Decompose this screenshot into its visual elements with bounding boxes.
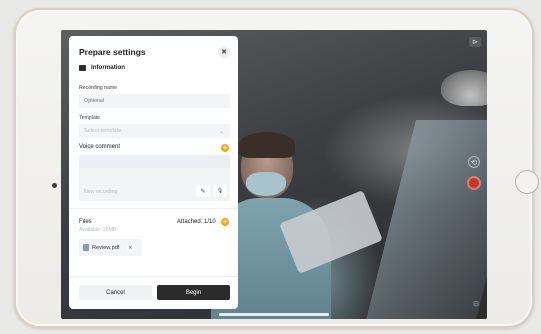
file-chip[interactable]: Review.pdf ✕ [79,239,142,256]
camera-screen: ⊳ ⟲ ⊟ Prepare settings ✕ Information Rec… [61,30,487,319]
voice-comment-label: Voice comment [79,144,121,150]
add-file-button[interactable]: + [221,218,229,226]
file-name: Review.pdf [92,244,120,251]
scene-face-mask [246,172,286,196]
begin-button[interactable]: Begin [157,285,230,300]
microphone-icon[interactable]: 🎙 [213,185,227,197]
home-button[interactable] [515,170,539,194]
voice-waveform [79,155,230,168]
files-label: Files [79,219,92,225]
recording-name-label: Recording name [79,85,118,91]
cancel-button[interactable]: Cancel [79,285,152,300]
flip-camera-icon[interactable]: ⟲ [468,156,480,168]
record-icon[interactable] [467,176,481,190]
template-select[interactable]: Select template ⌄ [79,124,230,138]
recording-name-input[interactable] [79,94,230,108]
scene-surgical-lamp [441,70,487,106]
chevron-down-icon: ⌄ [218,128,224,135]
front-camera [52,183,57,188]
divider [69,208,238,209]
section-title: Information [91,64,126,71]
files-attached-count: Attached: 1/10 [177,219,216,225]
remove-file-icon[interactable]: ✕ [126,243,135,252]
camera-bottom-control-icon[interactable]: ⊟ [470,298,482,310]
new-recording-placeholder: New recording [84,189,118,195]
scene-equipment [366,120,487,319]
template-label: Template [79,115,101,121]
files-available: Available: 25MB [79,227,117,233]
voice-comment-area: New recording ✎ 🎙 [79,155,230,201]
panel-header: Prepare settings ✕ [79,44,230,60]
pencil-icon[interactable]: ✎ [196,185,210,197]
camera-top-control-icon[interactable]: ⊳ [469,37,481,47]
footer-divider [69,276,238,277]
panel-title: Prepare settings [79,47,146,57]
close-button[interactable]: ✕ [218,46,230,58]
info-icon [79,64,86,71]
template-select-placeholder: Select template [84,128,122,134]
home-indicator[interactable] [219,313,329,316]
prepare-settings-panel: Prepare settings ✕ Information Recording… [69,36,238,309]
add-voice-comment-button[interactable]: + [221,144,229,152]
pdf-file-icon [83,244,89,251]
scene-person-hair [239,132,295,158]
information-section-header: Information [79,64,125,71]
